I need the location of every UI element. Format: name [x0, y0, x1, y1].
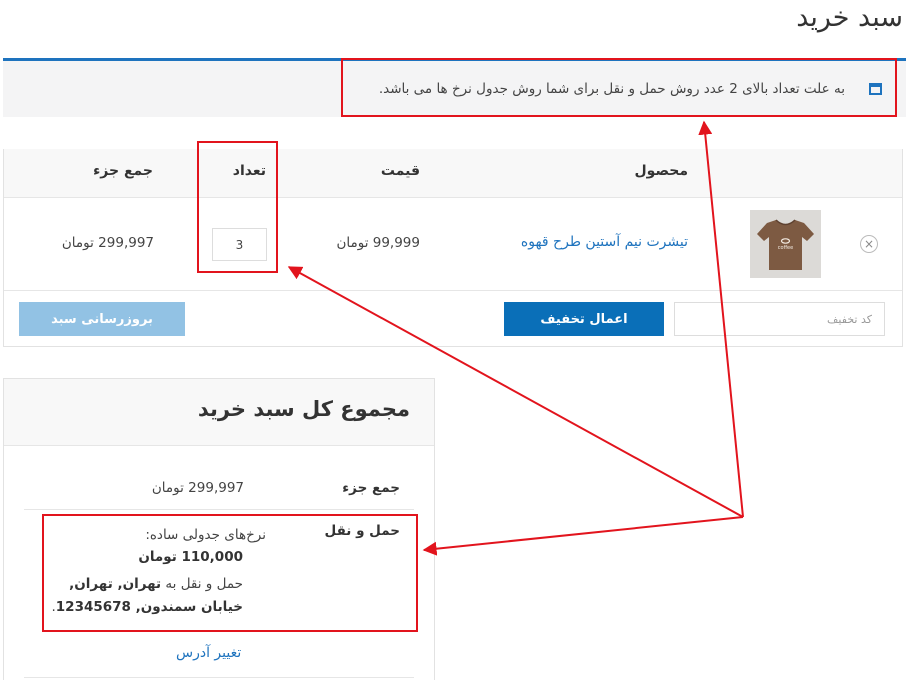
- coupon-code-input[interactable]: [674, 302, 885, 336]
- notice-banner: به علت تعداد بالای 2 عدد روش حمل و نقل ب…: [3, 61, 906, 117]
- window-icon: [869, 83, 882, 95]
- change-address-link[interactable]: تغییر آدرس: [176, 645, 241, 661]
- shipping-cost: 110,000 تومان: [138, 549, 243, 565]
- shipping-city: تهران, تهران,: [69, 576, 162, 592]
- header-product: محصول: [634, 163, 688, 179]
- arrow-to-shipping: [422, 516, 744, 556]
- shipping-label: حمل و نقل: [324, 523, 400, 539]
- totals-subtotal-value: 299,997 تومان: [151, 480, 244, 496]
- totals-subtotal-label: جمع جزء: [342, 480, 400, 496]
- header-subtotal: جمع جزء: [93, 163, 153, 179]
- shipping-method: نرخ‌های جدولی ساده:: [145, 527, 266, 543]
- item-subtotal: 299,997 تومان: [61, 235, 154, 251]
- product-name-link[interactable]: تیشرت نیم آستین طرح قهوه: [521, 234, 688, 250]
- remove-item-button[interactable]: ×: [860, 235, 878, 253]
- header-quantity: تعداد: [232, 163, 266, 179]
- update-cart-button[interactable]: بروزرسانی سبد: [19, 302, 185, 336]
- quantity-input[interactable]: [212, 228, 267, 261]
- product-price: 99,999 تومان: [336, 235, 420, 251]
- shipping-destination: حمل و نقل به تهران, تهران,: [69, 576, 243, 592]
- row-divider: [4, 290, 902, 291]
- product-thumbnail[interactable]: coffee: [750, 210, 821, 278]
- header-price: قیمت: [380, 163, 420, 179]
- cart-table-header: محصول قیمت تعداد جمع جزء: [4, 149, 902, 198]
- apply-coupon-button[interactable]: اعمال تخفیف: [504, 302, 664, 336]
- tshirt-image: coffee: [757, 219, 814, 270]
- totals-divider: [24, 509, 414, 510]
- shipping-street-text: خیابان سمندون, 12345678: [55, 599, 243, 615]
- notice-message: به علت تعداد بالای 2 عدد روش حمل و نقل ب…: [378, 81, 845, 97]
- shipping-street: خیابان سمندون, 12345678.: [51, 599, 243, 615]
- shirt-print-text: coffee: [778, 245, 793, 251]
- page-title: سبد خرید: [796, 2, 903, 33]
- cart-totals-title: مجموع کل سبد خرید: [197, 397, 410, 421]
- shipping-to-prefix: حمل و نقل به: [165, 576, 243, 592]
